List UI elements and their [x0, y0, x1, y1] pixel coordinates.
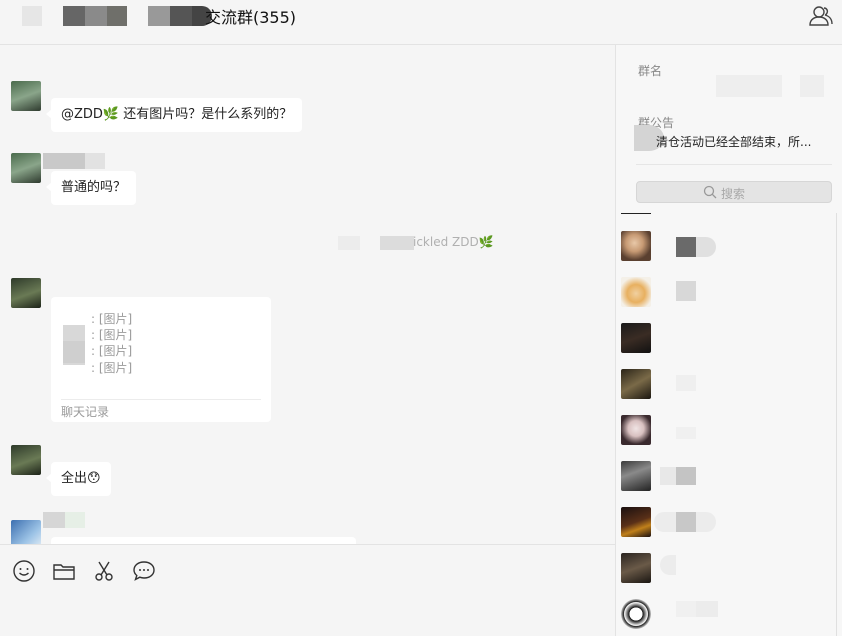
group-members-icon[interactable]: [808, 4, 834, 28]
blurred-title-region: [22, 6, 42, 26]
avatar: [621, 461, 651, 491]
blurred-title-region: [63, 6, 85, 26]
blurred-member-name: [676, 427, 696, 439]
blurred-record-region: [63, 341, 85, 363]
chat-title: 交流群(355): [205, 8, 297, 27]
chat-bubble-icon[interactable]: [132, 559, 156, 583]
member-item[interactable]: [616, 461, 836, 507]
member-item[interactable]: [616, 599, 836, 636]
member-list[interactable]: [616, 213, 836, 636]
blurred-member-name: [676, 375, 696, 391]
group-notice-text[interactable]: 清仓活动已经全部结束，所...: [656, 133, 811, 150]
blurred-title-region: [170, 6, 192, 26]
member-item[interactable]: [616, 277, 836, 323]
avatar[interactable]: [11, 81, 41, 111]
input-toolbar: [0, 544, 615, 636]
avatar[interactable]: [11, 445, 41, 475]
blurred-notice-region: [338, 236, 360, 250]
avatar[interactable]: [11, 520, 41, 544]
search-icon: [703, 185, 717, 199]
record-line: : [图片]: [91, 312, 133, 326]
blurred-sender-name: [85, 153, 105, 169]
blurred-group-name[interactable]: [716, 75, 782, 97]
message-text: @ZDD🌿 还有图片吗？是什么系列的？: [61, 107, 293, 122]
system-notice-text: ickled ZDD🌿: [413, 235, 494, 249]
folder-icon[interactable]: [52, 559, 76, 583]
record-line: : [图片]: [91, 328, 133, 342]
blurred-sender-name: [43, 512, 65, 528]
blurred-sender-name: [65, 512, 85, 528]
blurred-member-name: [676, 467, 696, 485]
title-bar: 交流群(355): [0, 0, 842, 45]
avatar: [621, 415, 651, 445]
member-item[interactable]: [616, 553, 836, 599]
avatar: [621, 599, 651, 629]
member-item[interactable]: [616, 231, 836, 277]
avatar: [621, 553, 651, 583]
blurred-member-name: [654, 512, 676, 532]
message-bubble[interactable]: [51, 537, 356, 544]
blurred-member-name: [696, 512, 716, 532]
panel-divider: [636, 164, 832, 165]
blurred-member-name: [676, 601, 696, 617]
member-list-scrollbar[interactable]: [836, 213, 837, 636]
record-line: : [图片]: [91, 361, 133, 375]
message-text: 全出😯: [61, 471, 101, 486]
message-bubble[interactable]: @ZDD🌿 还有图片吗？是什么系列的？: [45, 98, 303, 132]
member-item[interactable]: [616, 415, 836, 461]
record-line: : [图片]: [91, 344, 133, 358]
avatar[interactable]: [11, 153, 41, 183]
blurred-notice-region: [380, 236, 414, 250]
blurred-title-region: [107, 6, 127, 26]
avatar: [621, 323, 651, 353]
member-item[interactable]: [616, 213, 836, 215]
message-bubble[interactable]: 普通的吗？: [45, 171, 137, 205]
avatar: [621, 213, 651, 214]
group-name-label: 群名: [638, 64, 663, 78]
member-search-input[interactable]: 搜索: [636, 181, 832, 203]
blurred-group-name: [800, 75, 824, 97]
avatar: [621, 507, 651, 537]
chat-message-area[interactable]: @ZDD🌿 还有图片吗？是什么系列的？ 普通的吗？ ickled ZDD🌿 : …: [0, 45, 615, 544]
member-item[interactable]: [616, 507, 836, 553]
record-footer: 聊天记录: [61, 405, 110, 419]
avatar[interactable]: [11, 278, 41, 308]
message-text: 普通的吗？: [61, 180, 127, 195]
blurred-sender-name: [43, 153, 85, 169]
avatar: [621, 231, 651, 261]
blurred-title-region: [148, 6, 170, 26]
member-item[interactable]: [616, 323, 836, 369]
avatar: [621, 369, 651, 399]
search-placeholder: 搜索: [721, 187, 746, 201]
blurred-member-name: [696, 237, 716, 257]
blurred-title-region: [85, 6, 107, 26]
blurred-member-name: [660, 555, 676, 575]
blurred-member-name: [660, 467, 676, 485]
member-item[interactable]: [616, 369, 836, 415]
emoji-icon[interactable]: [12, 559, 36, 583]
scissors-icon[interactable]: [92, 559, 116, 583]
blurred-member-name: [676, 512, 696, 532]
chat-record-card[interactable]: : [图片] : [图片] : [图片] : [图片] 聊天记录: [51, 297, 271, 422]
blurred-member-name: [696, 601, 718, 617]
record-divider: [61, 399, 261, 400]
group-info-panel: 群名 群公告 清仓活动已经全部结束，所... 搜索: [615, 45, 842, 636]
message-bubble[interactable]: 全出😯: [46, 462, 111, 496]
avatar: [621, 277, 651, 307]
blurred-member-name: [676, 281, 696, 301]
blurred-member-name: [676, 237, 696, 257]
